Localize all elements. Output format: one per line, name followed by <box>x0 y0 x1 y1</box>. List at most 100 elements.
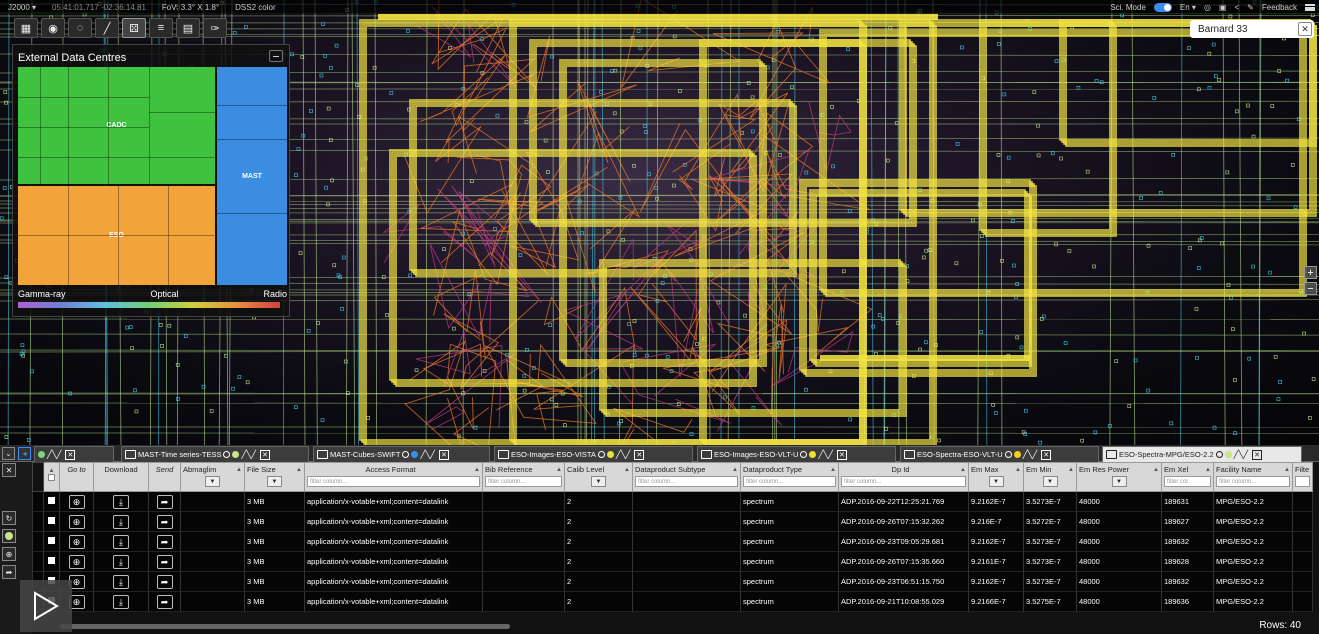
results-tab[interactable]: ESO-Images-ESO-VLT-U ╱╲╱ ✕ <box>697 446 896 462</box>
zoom-in-button[interactable]: + <box>1304 266 1317 279</box>
share-icon[interactable]: ➦ <box>156 534 173 549</box>
table-row[interactable]: ⊕ ⤓ ➦ 3 MB application/x-votable+xml;content… <box>32 491 1313 512</box>
table-row[interactable]: ⊕ ⤓ ➦ 3 MB application/x-votable+xml;content… <box>32 511 1313 532</box>
col-dataproduct-subtype[interactable]: Dataproduct Subtype ▲ filter column... <box>632 462 741 492</box>
col-filter[interactable]: Filte <box>1292 462 1313 492</box>
center-icon[interactable]: ⊕ <box>2 547 16 561</box>
color-dot-icon[interactable] <box>1224 451 1232 458</box>
info-icon[interactable] <box>800 451 808 458</box>
col-calib-level[interactable]: Calib Level ▲ ▼ <box>564 462 633 492</box>
play-icon[interactable] <box>20 580 72 632</box>
refresh-icon[interactable]: ↻ <box>2 511 16 525</box>
waveform-icon[interactable]: ╱╲╱ <box>47 450 61 459</box>
col-em-res-power[interactable]: Em Res Power ▲ ▼ <box>1076 462 1162 492</box>
close-tab-icon[interactable]: ✕ <box>1252 449 1263 460</box>
download-icon[interactable]: ⤓ <box>113 494 129 509</box>
download-icon[interactable]: ⤓ <box>113 574 129 589</box>
collapse-results-icon[interactable]: ⌄ <box>2 447 15 460</box>
horizontal-scrollbar[interactable] <box>60 624 510 629</box>
treemap-cadc[interactable]: CADC <box>18 67 215 184</box>
share-icon[interactable]: ➦ <box>156 594 173 609</box>
spectra-icon[interactable]: ╱ <box>95 18 119 38</box>
waveform-icon[interactable]: ╱╲╱ <box>616 450 630 459</box>
target-search-input[interactable] <box>1198 23 1294 35</box>
spectrum-range-slider[interactable] <box>18 302 280 308</box>
close-tab-icon[interactable]: ✕ <box>836 449 847 460</box>
catalogues-icon[interactable]: ◌ <box>68 18 92 38</box>
imaging-icon[interactable]: ◉ <box>41 18 65 38</box>
info-icon[interactable] <box>1004 451 1012 458</box>
waveform-icon[interactable]: ╱╲╱ <box>1234 450 1248 459</box>
pin-icon[interactable]: ✑ <box>203 18 227 38</box>
color-dot-icon[interactable] <box>232 451 240 458</box>
download-icon[interactable]: ⤓ <box>113 534 129 549</box>
close-tab-icon[interactable]: ✕ <box>1041 449 1052 460</box>
color-dot-icon[interactable] <box>2 529 16 543</box>
data-centres-icon[interactable]: ▦ <box>14 18 38 38</box>
color-dot-icon[interactable] <box>809 451 817 458</box>
col-facility-name[interactable]: Facility Name ▲ filter column... <box>1213 462 1293 492</box>
waveform-icon[interactable]: ╱╲╱ <box>241 450 255 459</box>
info-icon[interactable] <box>597 451 605 458</box>
minimize-icon[interactable] <box>269 50 283 62</box>
treemap-mast[interactable]: MAST <box>217 67 287 285</box>
share-icon[interactable]: ➦ <box>156 574 173 589</box>
results-tab[interactable]: ESO-Spectra-MPG/ESO-2.2 ╱╲╱ ✕ <box>1102 446 1302 462</box>
share-icon[interactable]: ➦ <box>156 554 173 569</box>
close-tab-icon[interactable]: ✕ <box>259 449 270 460</box>
share-icon[interactable]: ➦ <box>156 514 173 529</box>
info-icon[interactable] <box>1215 451 1223 458</box>
target-icon[interactable]: ⊕ <box>68 534 85 549</box>
edit-icon[interactable]: ✎ <box>1247 3 1254 12</box>
close-results-icon[interactable]: ✕ <box>2 463 16 477</box>
results-tab[interactable]: ESO-Spectra-ESO-VLT-U ╱╲╱ ✕ <box>900 446 1099 462</box>
coord-frame-select[interactable]: J2000 ▾ <box>0 3 44 12</box>
results-tab[interactable]: ╱╲╱ ✕ <box>34 446 114 462</box>
row-checkbox[interactable] <box>48 517 55 524</box>
waveform-icon[interactable]: ╱╲╱ <box>420 450 434 459</box>
color-dot-icon[interactable] <box>1013 451 1021 458</box>
close-tab-icon[interactable]: ✕ <box>438 449 449 460</box>
row-checkbox[interactable] <box>48 557 55 564</box>
info-icon[interactable] <box>402 451 410 458</box>
language-select[interactable]: En ▾ <box>1180 3 1196 12</box>
color-dot-icon[interactable] <box>38 451 45 458</box>
row-checkbox[interactable] <box>48 537 55 544</box>
col-abmaglim[interactable]: Abmaglim ▲ ▼ <box>180 462 245 492</box>
target-icon[interactable]: ⊕ <box>68 514 85 529</box>
col-file-size[interactable]: File Size ▲ ▼ <box>244 462 305 492</box>
col-dp-id[interactable]: Dp Id ▲ filter column... <box>838 462 969 492</box>
download-icon[interactable]: ⤓ <box>113 594 129 609</box>
col-select-all[interactable]: ▲ <box>43 462 60 492</box>
share-icon[interactable]: ➦ <box>156 494 173 509</box>
target-icon[interactable]: ⊕ <box>68 554 85 569</box>
download-icon[interactable]: ⤓ <box>113 554 129 569</box>
color-dot-icon[interactable] <box>411 451 419 458</box>
col-dataproduct-type[interactable]: Dataproduct Type ▲ filter column... <box>740 462 839 492</box>
sci-mode-toggle[interactable] <box>1153 2 1172 12</box>
help-icon[interactable]: ◎ <box>1204 3 1211 12</box>
feedback-link[interactable]: Feedback <box>1262 3 1297 12</box>
camera-icon[interactable]: ▣ <box>1219 3 1227 12</box>
clear-search-icon[interactable]: ✕ <box>1298 22 1312 36</box>
results-tab[interactable]: MAST-Cubes-SWIFT ╱╲╱ ✕ <box>313 446 490 462</box>
col-em-min[interactable]: Em Min ▲ ▼ <box>1023 462 1077 492</box>
table-row[interactable]: ⊕ ⤓ ➦ 3 MB application/x-votable+xml;content… <box>32 531 1313 552</box>
col-em-max[interactable]: Em Max ▲ ▼ <box>968 462 1024 492</box>
download-icon[interactable]: ⤓ <box>113 514 129 529</box>
table-row[interactable]: ⊕ ⤓ ➦ 3 MB application/x-votable+xml;content… <box>32 591 1313 612</box>
row-checkbox[interactable] <box>48 497 55 504</box>
target-icon[interactable]: ⊕ <box>68 494 85 509</box>
close-tab-icon[interactable]: ✕ <box>65 449 76 460</box>
col-bib-reference[interactable]: Bib Reference ▲ filter column... <box>482 462 565 492</box>
survey-name[interactable]: DSS2 color <box>227 3 283 12</box>
col-access-format[interactable]: Access Format ▲ filter column... <box>304 462 483 492</box>
target-list-icon[interactable]: ≡ <box>149 18 173 38</box>
sky-view[interactable]: J2000 ▾ 05:41:01.717 -02:36:14.81 FoV: 3… <box>0 0 1319 445</box>
table-row[interactable]: ⊕ ⤓ ➦ 3 MB application/x-votable+xml;content… <box>32 571 1313 592</box>
menu-icon[interactable] <box>1305 3 1315 11</box>
col-em-xel[interactable]: Em Xel ▲ filter col <box>1161 462 1214 492</box>
table-row[interactable]: ⊕ ⤓ ➦ 3 MB application/x-votable+xml;content… <box>32 551 1313 572</box>
waveform-icon[interactable]: ╱╲╱ <box>818 450 832 459</box>
results-tab[interactable]: MAST-Time series-TESS ╱╲╱ ✕ <box>121 446 309 462</box>
